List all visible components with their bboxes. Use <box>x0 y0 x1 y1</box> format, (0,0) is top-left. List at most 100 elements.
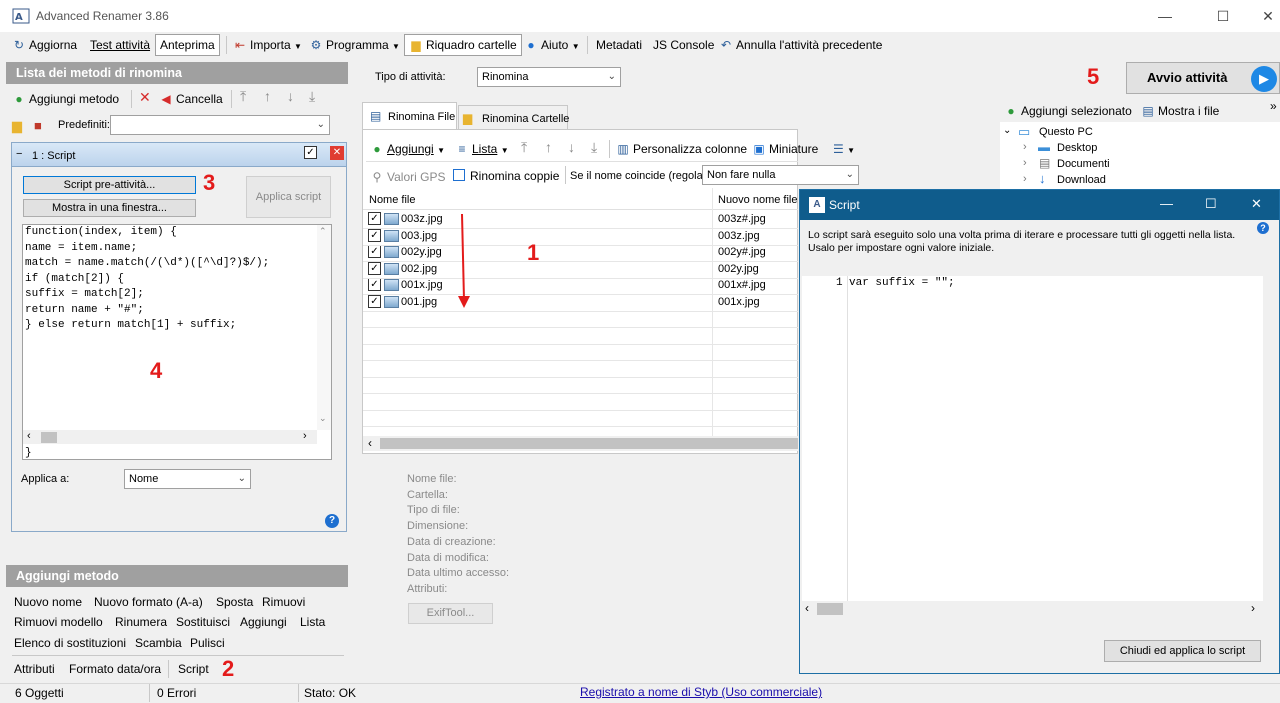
file-checkbox[interactable]: ✓ <box>368 229 381 242</box>
show-in-window-button[interactable]: Mostra in una finestra... <box>23 199 196 217</box>
file-checkbox[interactable]: ✓ <box>368 295 381 308</box>
help-icon[interactable]: ? <box>1257 222 1269 234</box>
file-checkbox[interactable]: ✓ <box>368 262 381 275</box>
move-up-icon[interactable]: ↑ <box>264 88 271 104</box>
scroll-thumb[interactable] <box>380 438 798 449</box>
add-method-button[interactable]: ● Aggiungi metodo <box>12 90 119 108</box>
dialog-close-button[interactable]: ✕ <box>1251 196 1262 212</box>
method-add[interactable]: Aggiungi <box>240 615 287 629</box>
chevron-down-icon[interactable]: ⌄ <box>1003 125 1011 136</box>
move-down-icon[interactable]: ↓ <box>287 88 294 104</box>
vertical-scrollbar[interactable] <box>1263 276 1279 601</box>
js-console-button[interactable]: JS Console <box>653 36 714 54</box>
pre-script-button[interactable]: Script pre-attività... <box>23 176 196 194</box>
chevron-right-icon[interactable]: › <box>1023 157 1027 169</box>
import-menu[interactable]: ⇤ Importa ▼ <box>233 36 302 54</box>
refresh-button[interactable]: ↻ Aggiorna <box>12 36 77 54</box>
open-folder-icon[interactable]: ▆ <box>12 118 22 134</box>
cancel-button[interactable]: ◀ Cancella <box>159 90 222 108</box>
list-menu[interactable]: ≡ Lista ▼ <box>455 140 508 158</box>
dialog-minimize-button[interactable]: — <box>1160 196 1173 211</box>
file-name[interactable]: 003.jpg <box>401 230 437 242</box>
file-name[interactable]: 001.jpg <box>401 296 437 308</box>
exiftool-button[interactable]: ExifTool... <box>408 603 493 624</box>
chevron-right-icon[interactable]: › <box>1023 141 1027 153</box>
view-options-menu[interactable]: ☰ ▼ <box>833 140 855 158</box>
file-checkbox[interactable]: ✓ <box>368 278 381 291</box>
col-header-new-name[interactable]: Nuovo nome file <box>718 194 798 206</box>
enable-checkbox[interactable]: ✓ <box>304 146 317 159</box>
add-selected-button[interactable]: ● Aggiungi selezionato <box>1004 102 1131 120</box>
registration-link[interactable]: Registrato a nome di Styb (Uso commercia… <box>580 685 822 699</box>
file-checkbox[interactable]: ✓ <box>368 212 381 225</box>
undo-button[interactable]: ↶ Annulla l'attività precedente <box>719 36 882 54</box>
scroll-left-icon[interactable]: ‹ <box>27 430 31 442</box>
file-name[interactable]: 002.jpg <box>401 263 437 275</box>
move-up-icon[interactable]: ↑ <box>545 139 552 155</box>
show-files-button[interactable]: ▤ Mostra i file <box>1141 102 1219 120</box>
collapse-icon[interactable]: − <box>16 148 22 160</box>
task-type-select[interactable]: Rinomina ⌄ <box>477 67 621 87</box>
more-icon[interactable]: » <box>1270 99 1277 113</box>
method-attributes[interactable]: Attributi <box>14 662 55 676</box>
method-replace[interactable]: Sostituisci <box>176 615 230 629</box>
scroll-thumb[interactable] <box>817 603 843 615</box>
maximize-button[interactable]: ☐ <box>1200 0 1246 32</box>
gps-values-button[interactable]: ⚲ Valori GPS <box>370 168 446 186</box>
chevron-right-icon[interactable]: › <box>1023 173 1027 185</box>
close-window-button[interactable]: ✕ <box>1245 0 1280 32</box>
customize-columns-button[interactable]: ▥ Personalizza colonne <box>616 140 747 158</box>
method-new-case[interactable]: Nuovo formato (A-a) <box>94 595 203 609</box>
save-icon[interactable]: ■ <box>34 118 42 133</box>
scroll-up-icon[interactable]: ⌃ <box>319 226 327 237</box>
horizontal-scrollbar[interactable] <box>23 430 317 444</box>
tree-item-documents[interactable]: Documenti <box>1057 158 1110 170</box>
scroll-left-icon[interactable]: ‹ <box>805 601 809 615</box>
scroll-right-icon[interactable]: › <box>303 430 307 442</box>
file-name[interactable]: 002y.jpg <box>401 246 442 258</box>
metadata-button[interactable]: Metadati <box>596 36 642 54</box>
scroll-right-icon[interactable]: › <box>1251 601 1255 615</box>
minimize-button[interactable]: — <box>1142 0 1188 32</box>
method-remove-pattern[interactable]: Rimuovi modello <box>14 615 103 629</box>
program-menu[interactable]: ⚙ Programma ▼ <box>309 36 400 54</box>
presets-select[interactable]: ⌄ <box>110 115 330 135</box>
move-down-icon[interactable]: ↓ <box>568 139 575 155</box>
scroll-left-icon[interactable]: ‹ <box>368 436 372 450</box>
method-replace-list[interactable]: Elenco di sostituzioni <box>14 636 126 650</box>
vertical-scrollbar[interactable] <box>317 225 331 430</box>
help-menu[interactable]: ● Aiuto ▼ <box>524 36 579 54</box>
move-bottom-icon[interactable]: ⤓ <box>591 139 597 156</box>
remove-method-icon[interactable]: ✕ <box>330 146 344 160</box>
col-header-name[interactable]: Nome file <box>369 194 415 206</box>
move-top-icon[interactable]: ⤒ <box>240 88 246 105</box>
tree-item-download[interactable]: Download <box>1057 174 1106 186</box>
file-name[interactable]: 003z.jpg <box>401 213 443 225</box>
close-and-apply-button[interactable]: Chiudi ed applica lo script <box>1104 640 1261 662</box>
method-list[interactable]: Lista <box>300 615 325 629</box>
rename-pairs-checkbox[interactable] <box>453 169 465 181</box>
delete-icon[interactable]: ✕ <box>139 89 151 106</box>
scroll-thumb[interactable] <box>41 432 57 443</box>
test-button[interactable]: Test attività <box>90 36 150 54</box>
folders-panel-button[interactable]: ▆ Riquadro cartelle <box>404 34 522 56</box>
move-bottom-icon[interactable]: ⤓ <box>309 88 315 105</box>
dialog-script-editor[interactable] <box>802 276 1263 604</box>
help-icon[interactable]: ? <box>325 514 339 528</box>
method-move[interactable]: Sposta <box>216 595 253 609</box>
method-swap[interactable]: Scambia <box>135 636 182 650</box>
file-name[interactable]: 001x.jpg <box>401 279 443 291</box>
dialog-maximize-button[interactable]: ☐ <box>1205 196 1217 212</box>
preview-button[interactable]: Anteprima <box>155 34 220 56</box>
method-timestamp[interactable]: Formato data/ora <box>69 662 161 676</box>
method-new-name[interactable]: Nuovo nome <box>14 595 82 609</box>
method-remove[interactable]: Rimuovi <box>262 595 305 609</box>
tree-root-label[interactable]: Questo PC <box>1039 126 1093 138</box>
scroll-down-icon[interactable]: ⌄ <box>319 413 327 424</box>
add-files-menu[interactable]: ● Aggiungi ▼ <box>370 140 445 158</box>
name-collision-select[interactable]: Non fare nulla ⌄ <box>702 165 859 185</box>
horizontal-scrollbar[interactable] <box>802 601 1263 617</box>
move-top-icon[interactable]: ⤒ <box>521 139 527 156</box>
thumbnails-button[interactable]: ▣ Miniature <box>752 140 818 158</box>
method-trim[interactable]: Pulisci <box>190 636 225 650</box>
